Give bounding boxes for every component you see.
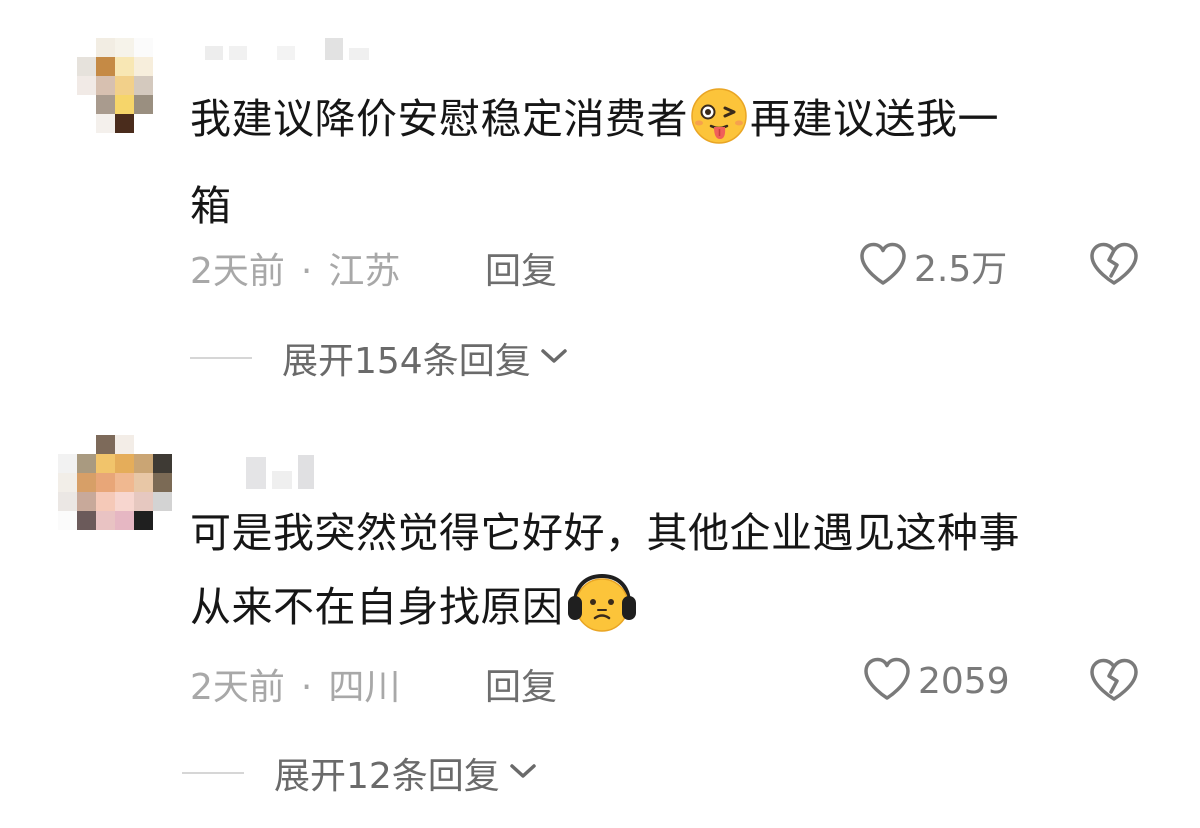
comment-location: 江苏 — [328, 251, 401, 292]
comment-text-line1: 可是我突然觉得它好好，其他企业遇见这种事 — [190, 509, 1020, 557]
divider-line — [190, 357, 252, 359]
comment-text-line1-after: 再建议送我一 — [750, 95, 999, 143]
like-button[interactable]: 2.5万 — [858, 240, 1007, 292]
comment-text-line2: 从来不在自身找原因 — [190, 583, 564, 631]
like-count: 2.5万 — [914, 249, 1008, 290]
avatar[interactable] — [58, 435, 172, 549]
broken-heart-icon — [1087, 658, 1141, 707]
like-button[interactable]: 2059 — [862, 656, 1010, 706]
broken-heart-icon — [1087, 242, 1141, 291]
expand-replies-label: 展开154条回复 — [282, 341, 531, 382]
comment-text: 可是我突然觉得它好好，其他企业遇见这种事 从来不在自身找原因 — [190, 496, 1150, 657]
dislike-button[interactable] — [1087, 241, 1141, 291]
meta-separator: · — [300, 667, 313, 708]
comment-time: 2天前 — [190, 667, 285, 708]
chevron-down-icon — [531, 345, 569, 371]
comment-time: 2天前 — [190, 251, 285, 292]
headphones-frown-emoji-icon — [565, 572, 639, 657]
comment-location: 四川 — [328, 667, 401, 708]
heart-outline-icon — [862, 656, 912, 706]
like-count: 2059 — [918, 660, 1010, 702]
divider-line — [182, 772, 244, 774]
comment-item: 我建议降价安慰稳定消费者 再建议送我一 箱 2天前 · 江苏 回复 2.5万 展开15… — [0, 0, 1200, 400]
winking-tongue-emoji-icon — [689, 86, 749, 169]
username[interactable] — [205, 38, 369, 60]
reply-button[interactable]: 回复 — [485, 242, 557, 294]
username[interactable] — [246, 455, 314, 489]
reply-button[interactable]: 回复 — [485, 658, 557, 710]
comment-item: 可是我突然觉得它好好，其他企业遇见这种事 从来不在自身找原因 2天前 · 四川 回复… — [0, 410, 1200, 828]
expand-replies-button[interactable]: 展开154条回复 — [190, 332, 569, 384]
comment-text-line2: 箱 — [190, 182, 232, 230]
avatar[interactable] — [58, 38, 172, 152]
heart-outline-icon — [858, 241, 908, 291]
comment-text-line1: 我建议降价安慰稳定消费者 — [190, 95, 688, 143]
comment-meta: 2天前 · 四川 — [190, 658, 400, 710]
expand-replies-label: 展开12条回复 — [274, 756, 500, 797]
chevron-down-icon — [500, 760, 538, 786]
dislike-button[interactable] — [1087, 657, 1141, 707]
expand-replies-button[interactable]: 展开12条回复 — [182, 747, 538, 799]
meta-separator: · — [300, 251, 313, 292]
comment-meta: 2天前 · 江苏 — [190, 242, 400, 294]
comment-text: 我建议降价安慰稳定消费者 再建议送我一 箱 — [190, 82, 1150, 243]
